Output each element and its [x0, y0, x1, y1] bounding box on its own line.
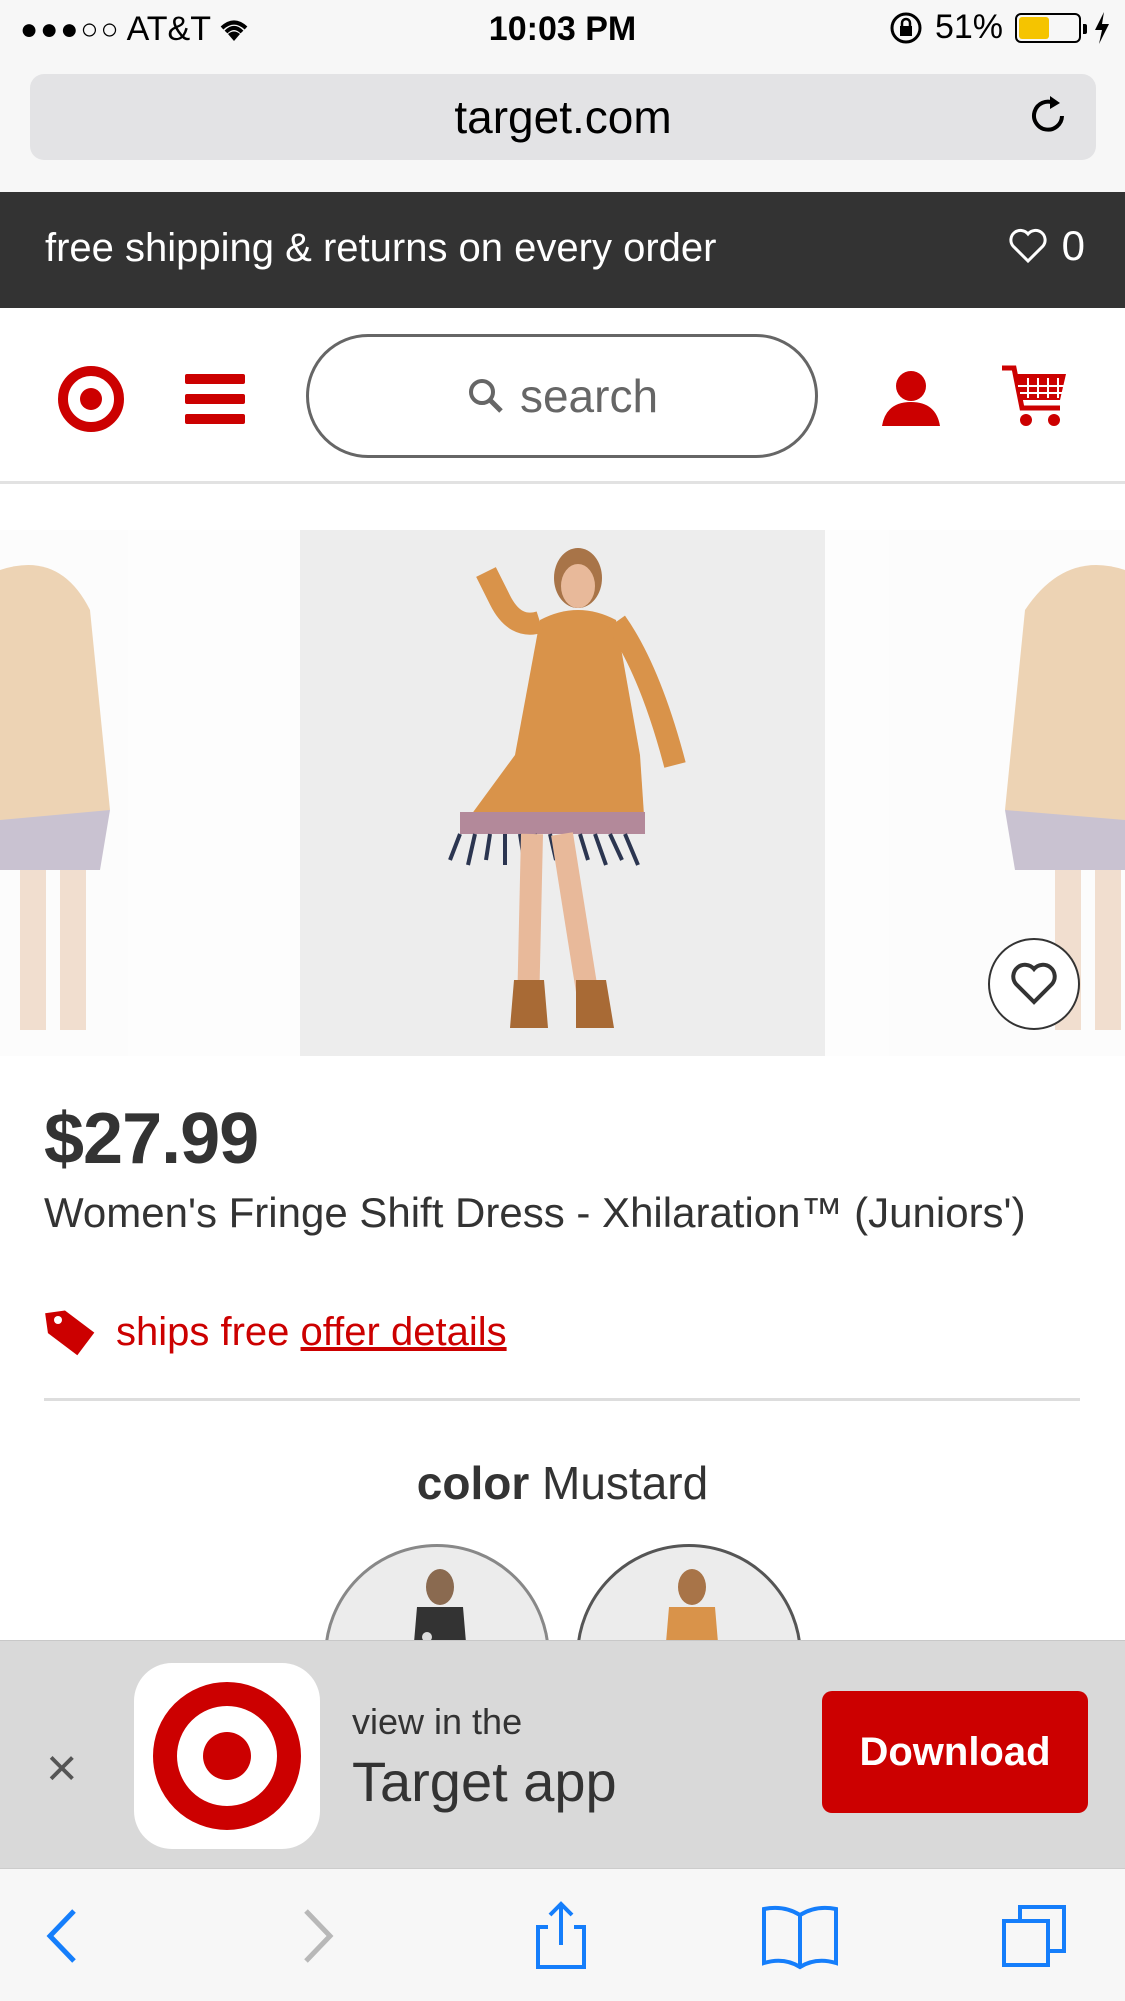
back-icon[interactable] [30, 1901, 100, 1971]
add-to-favorites-button[interactable] [988, 938, 1080, 1030]
banner-line2: Target app [352, 1750, 617, 1813]
color-label: color [416, 1457, 530, 1509]
next-image[interactable] [825, 530, 1125, 1056]
status-right: 51% [889, 8, 1111, 47]
product-gallery[interactable] [0, 530, 1125, 1056]
smart-app-banner: × view in the Target app Download [0, 1640, 1125, 1868]
browser-toolbar [0, 1868, 1125, 2001]
heart-icon [1011, 962, 1057, 1005]
battery-icon [1015, 12, 1087, 43]
promo-text: free shipping & returns on every order [45, 226, 717, 270]
heart-icon [1009, 228, 1047, 264]
rotation-lock-icon [890, 12, 922, 43]
close-icon[interactable]: × [46, 1737, 78, 1799]
promo-bar: free shipping & returns on every order 0 [0, 192, 1125, 308]
search-input[interactable]: search [306, 334, 818, 458]
share-icon[interactable] [526, 1901, 596, 1971]
site-header: search [0, 308, 1125, 484]
ships-free-text: ships free [116, 1309, 290, 1354]
divider [44, 1398, 1080, 1401]
charging-icon [1095, 11, 1109, 44]
target-logo-icon[interactable] [58, 366, 124, 432]
battery-percent: 51% [934, 8, 1003, 46]
offer-details-link[interactable]: offer details [301, 1310, 507, 1354]
banner-line1: view in the [352, 1701, 523, 1742]
account-icon[interactable] [880, 368, 942, 428]
product-price: $27.99 [44, 1099, 259, 1179]
bookmarks-icon[interactable] [760, 1901, 840, 1971]
address-bar[interactable]: target.com [30, 74, 1096, 160]
browser-chrome: target.com [0, 62, 1125, 192]
tag-icon [45, 1310, 95, 1356]
search-placeholder: search [519, 370, 659, 422]
product-image[interactable] [300, 530, 825, 1056]
search-icon [468, 379, 503, 413]
color-value: Mustard [542, 1457, 709, 1509]
target-app-icon [134, 1663, 320, 1849]
battery-fill [1019, 16, 1049, 39]
shipping-offer: ships free offer details [44, 1306, 507, 1358]
product-title: Women's Fringe Shift Dress - Xhilaration… [44, 1189, 1026, 1236]
download-button[interactable]: Download [822, 1691, 1088, 1813]
favorites-link[interactable]: 0 [1008, 222, 1085, 270]
favorites-count: 0 [1061, 222, 1085, 269]
status-bar: ●●●○○ AT&T 10:03 PM 51% [0, 0, 1125, 62]
color-selector-label: color Mustard [0, 1456, 1125, 1510]
cart-icon[interactable] [1000, 364, 1070, 430]
reload-icon[interactable] [1024, 92, 1072, 140]
url-text: target.com [454, 91, 672, 143]
menu-icon[interactable] [185, 374, 245, 424]
tabs-icon[interactable] [1000, 1901, 1070, 1971]
forward-icon[interactable] [280, 1901, 350, 1971]
previous-image[interactable] [0, 530, 300, 1056]
